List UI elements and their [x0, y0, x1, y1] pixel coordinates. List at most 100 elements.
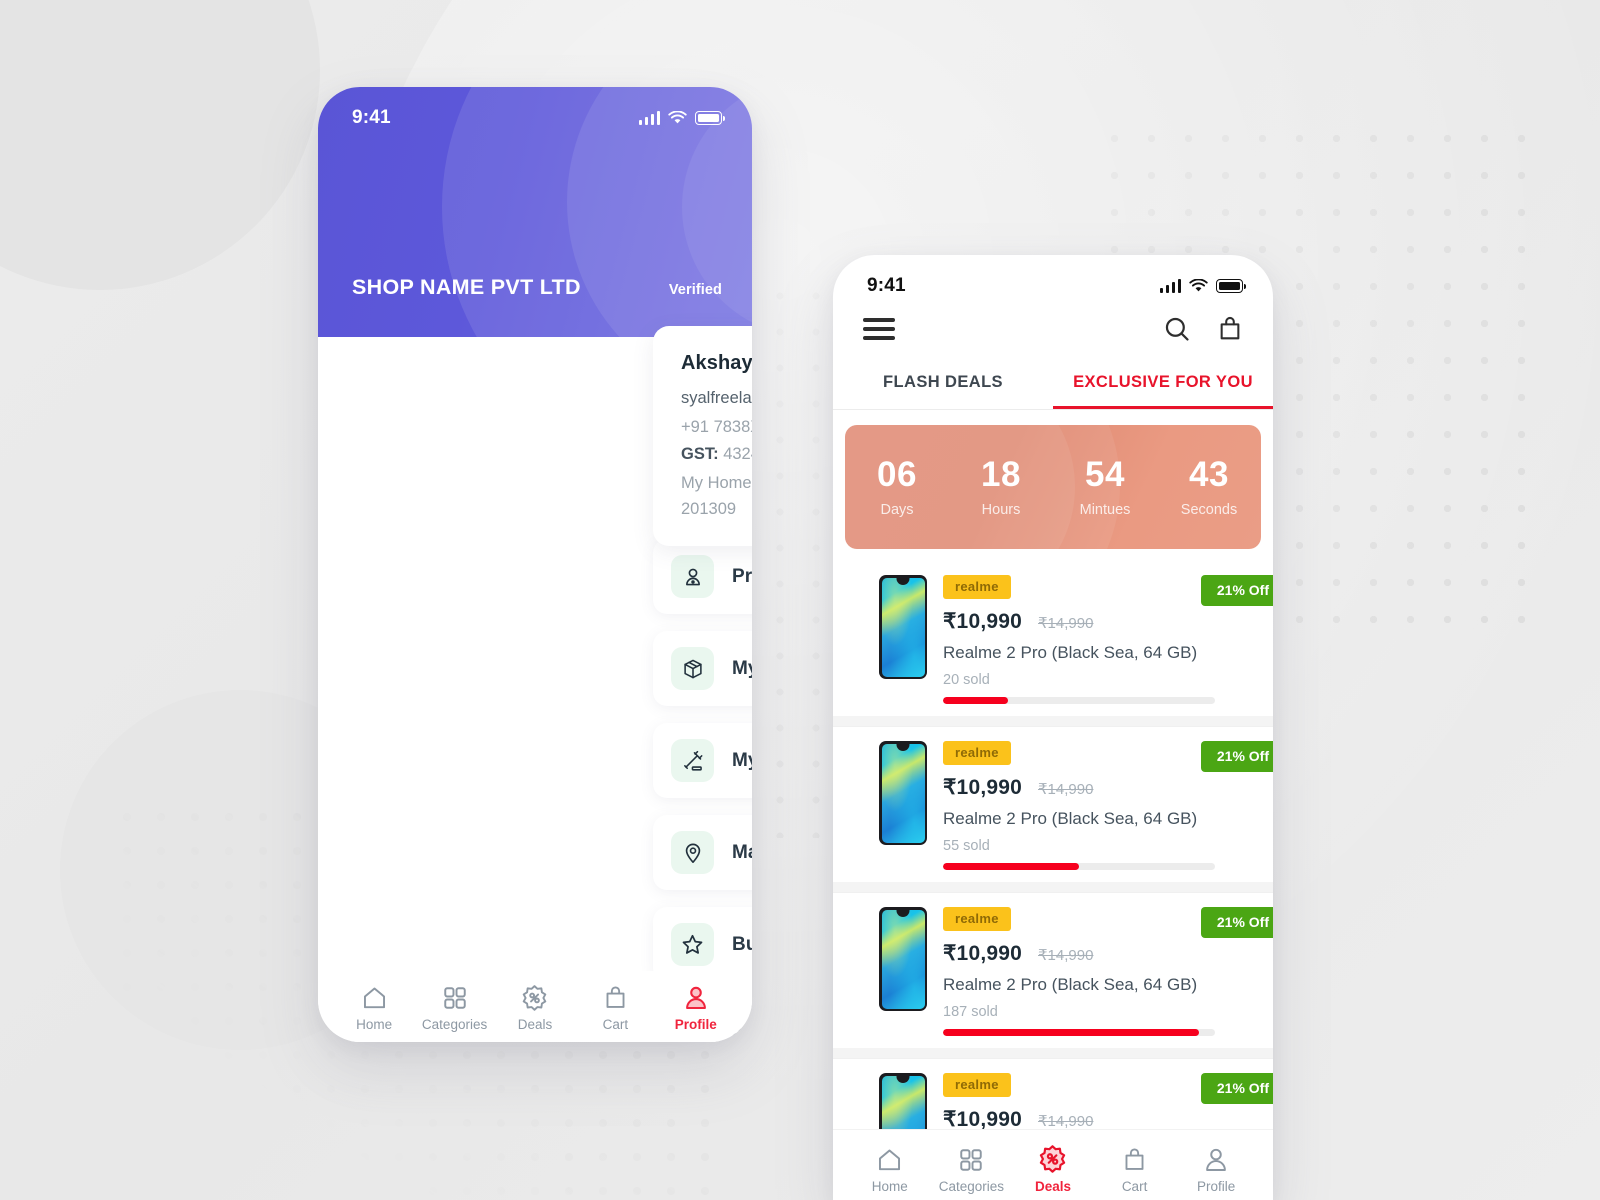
tab-home[interactable]: Home [853, 1147, 927, 1194]
bottom-tabbar-left: Home Categories Deals Cart Profile [318, 971, 752, 1042]
discount-badge-icon [1040, 1145, 1066, 1173]
user-avatar-icon [1206, 1148, 1227, 1171]
menu-item-label: Profile [732, 565, 752, 587]
deal-original-price: ₹14,990 [1038, 947, 1094, 964]
menu-item-label: My Auction [732, 749, 752, 771]
user-email: syalfreelance@gmail.com [681, 388, 752, 407]
grid-icon [443, 987, 466, 1009]
shop-verified-badge: Verified [668, 282, 722, 298]
wifi-icon [668, 111, 687, 124]
cellular-bars-icon [1159, 279, 1181, 293]
battery-full-icon [695, 111, 725, 125]
deal-card[interactable]: realme ₹10,990 ₹14,990 Realme 2 Pro (Black … [833, 892, 1273, 1048]
countdown-value: 18 [981, 454, 1021, 494]
user-phone: +91 7838XXXXXX [681, 417, 752, 436]
gavel-icon [671, 739, 714, 782]
units-sold: 55 sold [943, 838, 990, 854]
tab-label: Profile [1197, 1179, 1236, 1194]
deal-original-price: ₹14,990 [1038, 615, 1094, 632]
deal-original-price: ₹14,990 [1038, 1113, 1094, 1130]
countdown-minutes: 54 Mintues [1053, 457, 1157, 518]
price-row: ₹10,990 ₹14,990 [943, 775, 1273, 800]
tab-categories[interactable]: Categories [934, 1147, 1008, 1194]
user-name: Akshay Syal [681, 352, 752, 374]
wifi-icon [1189, 279, 1208, 292]
product-image-screen [881, 577, 925, 677]
home-icon [363, 987, 385, 1009]
price-row: ₹10,990 ₹14,990 [943, 609, 1273, 634]
countdown-hours: 18 Hours [949, 457, 1053, 518]
discount-badge: 21% Off [1200, 741, 1273, 772]
hamburger-menu-icon[interactable] [863, 318, 895, 340]
tab-flash-deals[interactable]: FLASH DEALS [833, 361, 1053, 409]
menu-item-manage-addresses[interactable]: Manage Addresses [653, 815, 752, 890]
product-image [879, 741, 927, 845]
tab-label: Home [871, 1179, 908, 1194]
countdown-label: Mintues [1079, 501, 1131, 518]
user-email-row: syalfreelance@gmail.com [681, 387, 752, 409]
countdown-seconds: 43 Seconds [1157, 457, 1261, 518]
brand-badge: realme [943, 741, 1011, 765]
deal-card[interactable]: realme ₹10,990 ₹14,990 Realme 2 Pro (Black … [833, 726, 1273, 882]
cellular-bars-icon [638, 111, 660, 125]
tab-profile[interactable]: Profile [659, 985, 733, 1032]
tab-label: Deals [517, 1017, 553, 1032]
menu-item-label: My Orders [732, 657, 752, 679]
deal-original-price: ₹14,990 [1038, 781, 1094, 798]
deal-price: ₹10,990 [943, 942, 1022, 965]
menu-item-profile[interactable]: Profile [653, 539, 752, 614]
tab-cart[interactable]: Cart [578, 985, 652, 1032]
tab-categories[interactable]: Categories [418, 985, 492, 1032]
package-box-icon [671, 647, 714, 690]
app-header-right [833, 309, 1273, 361]
gst-value: 4324 6567 3256 321 [723, 445, 752, 463]
stock-progress-bar [943, 697, 1215, 704]
tab-exclusive-for-you[interactable]: EXCLUSIVE FOR YOU [1053, 361, 1273, 409]
product-name: Realme 2 Pro (Black Sea, 64 GB) [943, 975, 1198, 994]
stock-progress-fill [943, 863, 1079, 870]
status-bar-left: 9:41 [318, 87, 752, 141]
profile-menu-list: Profile My Orders My Auction [653, 539, 752, 1042]
discount-badge: 21% Off [1200, 1073, 1273, 1104]
deal-price: ₹10,990 [943, 776, 1022, 799]
grid-icon [960, 1149, 983, 1171]
tab-deals[interactable]: Deals [1016, 1144, 1090, 1194]
countdown-label: Hours [981, 501, 1021, 518]
discount-badge-icon [523, 985, 547, 1011]
countdown-timer-banner: 06 Days 18 Hours 54 Mintues 43 Seconds [845, 425, 1261, 549]
phone-mockup-deals: 9:41 FLASH DEALS EXCLUSIVE FOR YOU 06 Da… [833, 255, 1273, 1200]
shopping-bag-icon[interactable] [1217, 315, 1243, 343]
tab-cart[interactable]: Cart [1098, 1147, 1172, 1194]
product-image-screen [881, 909, 925, 1009]
deal-card[interactable]: realme ₹10,990 ₹14,990 Realme 2 Pro (Black … [833, 561, 1273, 716]
map-pin-icon [671, 831, 714, 874]
deal-separator [833, 882, 1273, 892]
status-time: 9:41 [352, 107, 391, 128]
search-icon[interactable] [1163, 315, 1191, 343]
shop-name: SHOP NAME PVT LTD [352, 275, 581, 299]
discount-badge: 21% Off [1200, 575, 1273, 606]
countdown-label: Seconds [1180, 501, 1238, 518]
user-profile-card: Akshay Syal syalfreelance@gmail.com +91 … [653, 326, 752, 547]
user-address: My Home Sector 62A, Noida, Uttar Pradesh… [681, 474, 752, 518]
discount-badge: 21% Off [1200, 907, 1273, 938]
user-phone-row: +91 7838XXXXXX [681, 416, 752, 438]
product-name: Realme 2 Pro (Black Sea, 64 GB) [943, 809, 1198, 828]
menu-item-my-orders[interactable]: My Orders [653, 631, 752, 706]
bottom-tabbar-right: Home Categories Deals Cart Profile [833, 1129, 1273, 1200]
deal-separator [833, 1048, 1273, 1058]
product-name: Realme 2 Pro (Black Sea, 64 GB) [943, 643, 1198, 662]
battery-full-icon [1216, 279, 1246, 293]
menu-item-my-auction[interactable]: My Auction [653, 723, 752, 798]
product-image-screen [881, 743, 925, 843]
countdown-days: 06 Days [845, 457, 949, 518]
tab-label: Categories [421, 1017, 488, 1032]
stock-progress-bar [943, 863, 1215, 870]
stock-progress-fill [943, 1029, 1199, 1036]
product-image [879, 575, 927, 679]
price-row: ₹10,990 ₹14,990 [943, 941, 1273, 966]
tab-deals[interactable]: Deals [498, 984, 572, 1032]
tab-profile[interactable]: Profile [1179, 1147, 1253, 1194]
brand-badge: realme [943, 1073, 1011, 1097]
tab-home[interactable]: Home [337, 985, 411, 1032]
